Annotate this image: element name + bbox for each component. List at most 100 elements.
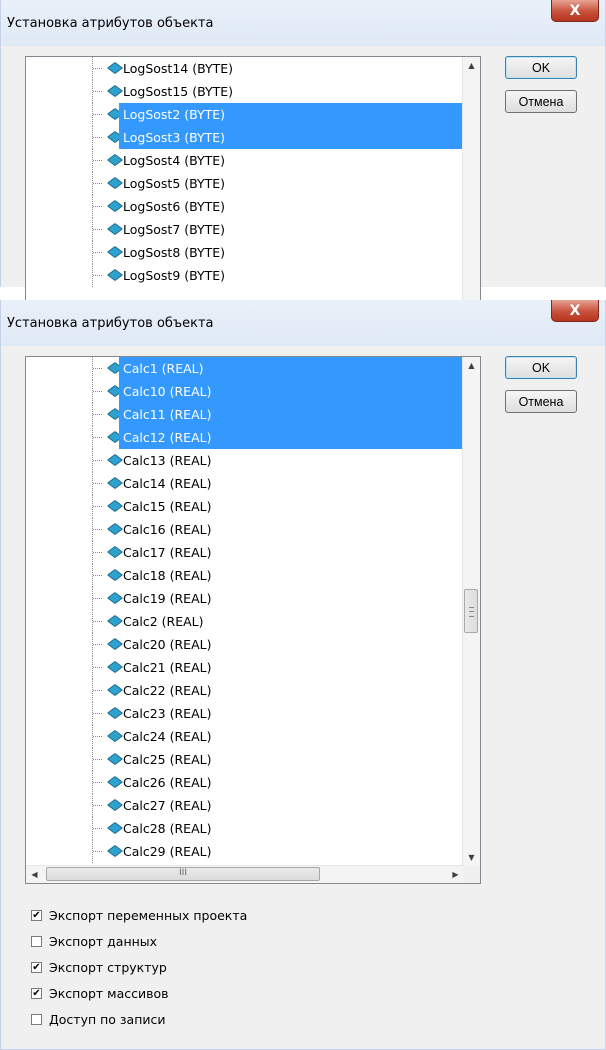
dialog-title: Установка атрибутов объекта <box>7 16 214 31</box>
tree-item[interactable]: LogSost3 (BYTE) <box>26 126 464 149</box>
tree-connector <box>93 275 102 276</box>
vertical-scrollbar[interactable]: ▲ <box>462 57 480 306</box>
tree-item[interactable]: Calc26 (REAL) <box>26 771 464 794</box>
tree-connector <box>93 483 102 484</box>
scroll-up-arrow-icon[interactable]: ▲ <box>463 357 480 374</box>
tree-connector <box>93 114 102 115</box>
tree-item[interactable]: LogSost2 (BYTE) <box>26 103 464 126</box>
ok-button[interactable]: OK <box>505 56 577 79</box>
tree-connector <box>93 690 102 691</box>
tree-connector <box>93 460 102 461</box>
tree-item[interactable]: LogSost6 (BYTE) <box>26 195 464 218</box>
dialog-client: LogSost14 (BYTE) LogSost15 (BYTE) LogSost2… <box>11 46 595 306</box>
tree-item[interactable]: Calc1 (REAL) <box>26 357 464 380</box>
tree-item[interactable]: Calc29 (REAL) <box>26 840 464 863</box>
tree-item[interactable]: Calc15 (REAL) <box>26 495 464 518</box>
checkbox[interactable]: ✔ <box>31 962 42 973</box>
grip-icon <box>469 607 474 617</box>
tree-item[interactable]: Calc2 (REAL) <box>26 610 464 633</box>
tree-connector <box>93 667 102 668</box>
tree-item[interactable]: Calc22 (REAL) <box>26 679 464 702</box>
tree-item-label: Calc26 (REAL) <box>123 775 212 790</box>
variables-tree[interactable]: LogSost14 (BYTE) LogSost15 (BYTE) LogSost2… <box>25 56 481 306</box>
tree-connector <box>93 805 102 806</box>
checkbox-label: Экспорт структур <box>49 960 167 975</box>
tree-item[interactable]: Calc10 (REAL) <box>26 380 464 403</box>
tree-item-label: LogSost7 (BYTE) <box>123 222 226 237</box>
tree-item-label: Calc14 (REAL) <box>123 476 212 491</box>
tree-item-label: LogSost5 (BYTE) <box>123 176 226 191</box>
tree-item[interactable]: Calc28 (REAL) <box>26 817 464 840</box>
tree-connector <box>93 782 102 783</box>
tree-connector <box>93 414 102 415</box>
tree-item[interactable]: Calc16 (REAL) <box>26 518 464 541</box>
scroll-right-arrow-icon[interactable]: ▶ <box>447 866 464 883</box>
tree-item[interactable]: LogSost4 (BYTE) <box>26 149 464 172</box>
tree-item-label: Calc10 (REAL) <box>119 380 464 403</box>
tree-item[interactable]: Calc24 (REAL) <box>26 725 464 748</box>
tree-item[interactable]: LogSost7 (BYTE) <box>26 218 464 241</box>
tree-item[interactable]: Calc19 (REAL) <box>26 587 464 610</box>
tree-item-label: LogSost2 (BYTE) <box>119 103 464 126</box>
tree-item[interactable]: LogSost5 (BYTE) <box>26 172 464 195</box>
close-icon: X <box>569 302 581 319</box>
scroll-up-arrow-icon[interactable]: ▲ <box>463 57 480 74</box>
tree-item[interactable]: Calc18 (REAL) <box>26 564 464 587</box>
ok-button[interactable]: OK <box>505 356 577 379</box>
tree-item[interactable]: Calc21 (REAL) <box>26 656 464 679</box>
checkbox[interactable] <box>31 936 42 947</box>
scroll-left-arrow-icon[interactable]: ◀ <box>26 866 43 883</box>
tree-item[interactable]: LogSost9 (BYTE) <box>26 264 464 287</box>
attributes-dialog-2: Установка атрибутов объекта X Calc1 (REA… <box>0 300 606 1050</box>
checkbox[interactable]: ✔ <box>31 988 42 999</box>
tree-item-label: Calc23 (REAL) <box>123 706 212 721</box>
check-mark-icon: ✔ <box>32 988 41 999</box>
cancel-button[interactable]: Отмена <box>505 90 577 113</box>
tree-item[interactable]: Calc12 (REAL) <box>26 426 464 449</box>
checkbox[interactable] <box>31 1014 42 1025</box>
close-button[interactable]: X <box>551 0 599 22</box>
tree-item[interactable]: LogSost15 (BYTE) <box>26 80 464 103</box>
tree-rows: LogSost14 (BYTE) LogSost15 (BYTE) LogSost2… <box>26 57 464 287</box>
tree-item[interactable]: LogSost14 (BYTE) <box>26 57 464 80</box>
tree-connector <box>93 529 102 530</box>
tree-connector <box>93 391 102 392</box>
tree-item-label: Calc13 (REAL) <box>123 453 212 468</box>
tree-connector <box>93 506 102 507</box>
cancel-button[interactable]: Отмена <box>505 390 577 413</box>
tree-connector <box>93 621 102 622</box>
horizontal-scroll-thumb[interactable]: III <box>46 867 320 881</box>
checkbox[interactable]: ✔ <box>31 910 42 921</box>
scroll-down-arrow-icon[interactable]: ▼ <box>463 849 480 866</box>
tree-item[interactable]: Calc17 (REAL) <box>26 541 464 564</box>
variables-tree[interactable]: Calc1 (REAL) Calc10 (REAL) Calc11 (REAL) Ca… <box>25 356 481 884</box>
tree-item-label: Calc11 (REAL) <box>119 403 464 426</box>
vertical-scrollbar[interactable]: ▲ ▼ <box>462 357 480 866</box>
checkbox-label: Доступ по записи <box>49 1012 166 1027</box>
tree-item[interactable]: Calc14 (REAL) <box>26 472 464 495</box>
vertical-scroll-thumb[interactable] <box>464 589 478 633</box>
tree-item[interactable]: Calc20 (REAL) <box>26 633 464 656</box>
checkbox-label: Экспорт массивов <box>49 986 169 1001</box>
tree-connector <box>93 68 102 69</box>
tree-item-label: Calc25 (REAL) <box>123 752 212 767</box>
tree-item[interactable]: Calc25 (REAL) <box>26 748 464 771</box>
tree-item[interactable]: LogSost8 (BYTE) <box>26 241 464 264</box>
tree-connector <box>93 598 102 599</box>
close-button[interactable]: X <box>551 300 599 322</box>
scroll-corner <box>463 866 480 883</box>
tree-item-label: Calc16 (REAL) <box>123 522 212 537</box>
tree-item[interactable]: Calc13 (REAL) <box>26 449 464 472</box>
tree-item[interactable]: Calc23 (REAL) <box>26 702 464 725</box>
title-bar: Установка атрибутов объекта X <box>1 300 605 346</box>
tree-item-label: Calc1 (REAL) <box>119 357 464 380</box>
tree-connector <box>93 368 102 369</box>
checkbox-label: Экспорт данных <box>49 934 158 949</box>
tree-connector <box>93 736 102 737</box>
tree-connector <box>93 183 102 184</box>
tree-item[interactable]: Calc11 (REAL) <box>26 403 464 426</box>
tree-item-label: LogSost6 (BYTE) <box>123 199 226 214</box>
horizontal-scrollbar[interactable]: ◀ III ▶ <box>26 865 464 883</box>
check-mark-icon: ✔ <box>32 910 41 921</box>
tree-item[interactable]: Calc27 (REAL) <box>26 794 464 817</box>
